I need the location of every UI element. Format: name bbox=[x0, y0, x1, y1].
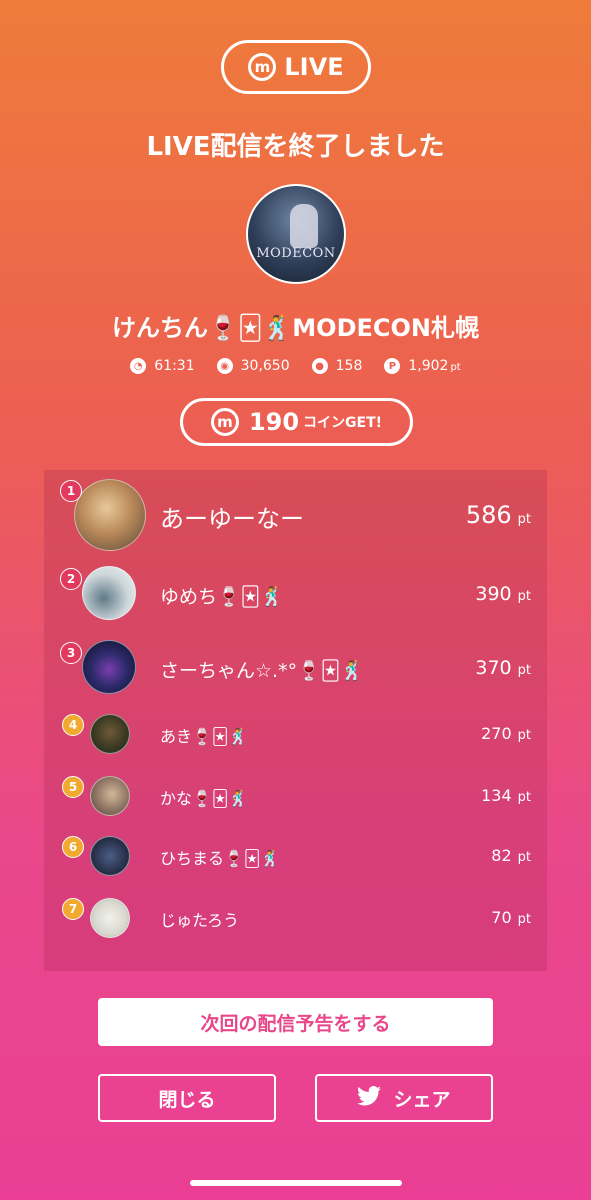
close-label: 閉じる bbox=[158, 1088, 216, 1111]
viewers-icon: ◉ bbox=[216, 358, 233, 374]
twitter-bird-icon bbox=[357, 1085, 382, 1111]
ranking-row[interactable]: 5 かな🍷🃏🕺 134 pt bbox=[44, 772, 547, 836]
fan-points: 82 pt bbox=[491, 846, 531, 865]
host-avatar[interactable]: MODECON bbox=[246, 184, 346, 284]
rank-badge: 7 bbox=[62, 898, 84, 920]
fan-points: 70 pt bbox=[491, 908, 531, 927]
ranking-row[interactable]: 2 ゆめち🍷🃏🕺 390 pt bbox=[44, 560, 547, 628]
fan-avatar bbox=[82, 566, 136, 620]
ranking-list: 1 あーゆーなー 586 pt 2 ゆめち🍷🃏🕺 390 pt 3 さーちゃん☆.*… bbox=[44, 470, 547, 971]
m-logo-icon: m bbox=[248, 53, 277, 81]
comment-icon: ● bbox=[311, 358, 328, 374]
fan-avatar bbox=[90, 776, 130, 816]
share-button[interactable]: シェア bbox=[315, 1074, 493, 1122]
fan-name: ゆめち🍷🃏🕺 bbox=[160, 586, 284, 608]
live-logo: m LIVE bbox=[221, 40, 371, 94]
avatar-figure bbox=[290, 204, 318, 248]
fan-avatar bbox=[90, 836, 130, 876]
fan-name: さーちゃん☆.*°🍷🃏🕺 bbox=[160, 660, 364, 682]
fan-name: ひちまる🍷🃏🕺 bbox=[160, 849, 281, 868]
stats-bar: ◔ 61:31 ◉ 30,650 ● 158 P 1,902 pt bbox=[0, 358, 591, 374]
coin-amount: 190 bbox=[248, 408, 300, 436]
points-icon: P bbox=[384, 358, 401, 374]
ranking-row[interactable]: 3 さーちゃん☆.*°🍷🃏🕺 370 pt bbox=[44, 636, 547, 704]
ranking-row[interactable]: 7 じゅたろう 70 pt bbox=[44, 894, 547, 958]
rank-badge: 2 bbox=[60, 568, 82, 590]
coin-label: コインGET! bbox=[303, 415, 383, 431]
fan-avatar bbox=[90, 714, 130, 754]
fan-avatar bbox=[82, 640, 136, 694]
ranking-row[interactable]: 4 あき🍷🃏🕺 270 pt bbox=[44, 710, 547, 774]
stat-duration: ◔ 61:31 bbox=[130, 358, 195, 374]
coin-get-badge: m 190 コインGET! bbox=[180, 398, 413, 446]
stat-value: 30,650 bbox=[240, 358, 290, 374]
ranking-row[interactable]: 1 あーゆーなー 586 pt bbox=[44, 470, 547, 558]
close-button[interactable]: 閉じる bbox=[98, 1074, 276, 1122]
schedule-next-stream-button[interactable]: 次回の配信予告をする bbox=[98, 998, 493, 1046]
rank-badge: 5 bbox=[62, 776, 84, 798]
rank-badge: 1 bbox=[60, 480, 82, 502]
rank-badge: 3 bbox=[60, 642, 82, 664]
stat-points: P 1,902 pt bbox=[384, 358, 461, 374]
fan-points: 586 pt bbox=[465, 501, 531, 529]
avatar-logo-text: MODECON bbox=[256, 246, 336, 261]
rank-badge: 4 bbox=[62, 714, 84, 736]
fan-avatar bbox=[90, 898, 130, 938]
timer-icon: ◔ bbox=[130, 358, 147, 374]
host-name: けんちん🍷🃏🕺MODECON札幌 bbox=[111, 314, 480, 342]
stat-value: 61:31 bbox=[154, 358, 195, 374]
fan-name: あーゆーなー bbox=[160, 505, 304, 533]
fan-points: 270 pt bbox=[481, 724, 531, 743]
live-label: LIVE bbox=[284, 53, 344, 81]
stat-value: 1,902 pt bbox=[408, 358, 461, 374]
stat-viewers: ◉ 30,650 bbox=[216, 358, 290, 374]
fan-name: あき🍷🃏🕺 bbox=[160, 727, 249, 746]
fan-name: じゅたろう bbox=[160, 911, 240, 930]
ranking-row[interactable]: 6 ひちまる🍷🃏🕺 82 pt bbox=[44, 832, 547, 896]
stat-comments: ● 158 bbox=[311, 358, 363, 374]
page-title: LIVE配信を終了しました bbox=[146, 132, 445, 162]
stat-value: 158 bbox=[335, 358, 363, 374]
fan-avatar bbox=[74, 479, 146, 551]
fan-points: 134 pt bbox=[481, 786, 531, 805]
share-label: シェア bbox=[393, 1088, 451, 1111]
fan-points: 370 pt bbox=[475, 657, 531, 679]
fan-points: 390 pt bbox=[475, 583, 531, 605]
rank-badge: 6 bbox=[62, 836, 84, 858]
fan-name: かな🍷🃏🕺 bbox=[160, 789, 249, 808]
home-indicator[interactable] bbox=[190, 1180, 402, 1186]
m-logo-icon: m bbox=[210, 408, 239, 436]
